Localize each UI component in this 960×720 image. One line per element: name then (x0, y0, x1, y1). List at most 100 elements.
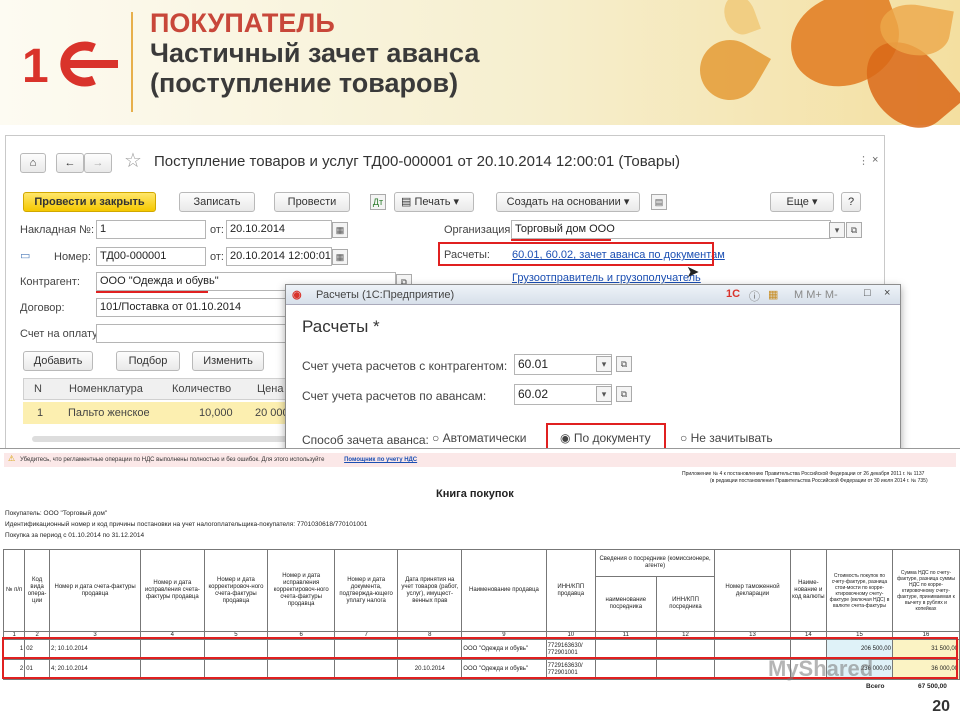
shipper-link[interactable]: Грузоотправитель и грузополучатель (512, 272, 701, 284)
total-vat: 67 500,00 (918, 683, 947, 690)
invoice-label: Накладная №: (20, 224, 95, 236)
memory-controls[interactable]: M M+ M- (794, 289, 838, 301)
post-and-close-button[interactable]: Провести и закрыть (23, 192, 156, 212)
document-icon[interactable]: ▤ (651, 194, 667, 210)
modified-mark: * (373, 317, 380, 336)
radio-automatic-label: Автоматически (442, 431, 527, 445)
close-icon[interactable]: × (872, 154, 878, 166)
goods-table-header: N Номенклатура Количество Цена (23, 378, 291, 400)
header-cell: Номер таможенной декларации (714, 549, 791, 632)
invoice-date-field[interactable]: 20.10.2014 (226, 220, 332, 239)
contract-label: Договор: (20, 302, 65, 314)
mouse-cursor-icon: ➤ (686, 264, 700, 281)
col-quantity: Количество (172, 383, 232, 395)
add-row-button[interactable]: Добавить (23, 351, 93, 371)
advance-method-label: Способ зачета аванса: (302, 433, 429, 447)
1c-icon[interactable]: 1С (726, 288, 740, 300)
contract-field[interactable]: 101/Поставка от 01.10.2014 (96, 298, 286, 317)
close-icon[interactable]: × (884, 287, 890, 299)
organization-field[interactable]: Торговый дом ООО (511, 220, 831, 239)
header-cell: Дата принятия на учет товаров (работ, ус… (397, 549, 463, 632)
watermark: MyShared (768, 656, 874, 681)
chevron-down-icon: ▾ (450, 196, 460, 208)
forward-button[interactable]: → (84, 153, 112, 173)
organization-underline (511, 239, 611, 241)
info-icon[interactable]: ⓘ (749, 288, 760, 304)
chevron-down-icon: ▾ (620, 196, 630, 208)
select-button[interactable]: Подбор (116, 351, 180, 371)
back-button[interactable]: ← (56, 153, 84, 173)
invoice-number-field[interactable]: 1 (96, 220, 206, 239)
favorite-star-icon[interactable]: ☆ (124, 148, 142, 173)
warning-text: Убедитесь, что регламентные операции по … (20, 457, 325, 463)
settlements-highlight (438, 242, 714, 266)
table-scrollbar[interactable] (32, 436, 288, 442)
open-icon[interactable]: ⧉ (616, 356, 632, 372)
1c-logo: 1 (22, 40, 118, 90)
maximize-icon[interactable]: □ (864, 287, 871, 299)
radio-automatic[interactable]: ○ Автоматически (432, 431, 526, 445)
home-button[interactable]: ⌂ (20, 153, 46, 173)
table-row[interactable]: 1 Пальто женское 10,000 20 000 (23, 402, 291, 424)
col-n: N (34, 383, 42, 395)
page-number: 20 (932, 698, 950, 715)
radio-no-offset-label: Не зачитывать (690, 431, 773, 445)
printer-icon: ▤ (401, 196, 415, 208)
radio-no-offset[interactable]: ○ Не зачитывать (680, 431, 773, 445)
nds-helper-link[interactable]: Помощник по учету НДС (344, 457, 417, 463)
from-label-2: от: (210, 251, 224, 263)
row-price: 20 000 (255, 407, 289, 419)
dropdown-arrow-icon[interactable]: ▾ (596, 386, 612, 402)
window-menu-icon[interactable]: ⋮ (858, 154, 869, 167)
header-cell: Сведения о посреднике (комиссионере, аге… (594, 549, 716, 577)
create-based-on-button[interactable]: Создать на основании ▾ (496, 192, 640, 212)
change-button[interactable]: Изменить (192, 351, 264, 371)
save-button[interactable]: Записать (179, 192, 255, 212)
dropdown-arrow-icon[interactable]: ▾ (596, 356, 612, 372)
help-button[interactable]: ? (841, 192, 861, 212)
post-button[interactable]: Провести (274, 192, 350, 212)
radio-empty-icon: ○ (432, 431, 440, 445)
row-quantity: 10,000 (199, 407, 233, 419)
appendix-line-2: (в редакции постановления Правительства … (710, 478, 928, 484)
dropdown-arrow-icon[interactable]: ▾ (829, 222, 845, 238)
number-label: Номер: (54, 251, 91, 263)
header-cell: Номер и дата документа, подтвержда-ющего… (333, 549, 399, 632)
radio-empty-icon: ○ (680, 431, 688, 445)
open-icon[interactable]: ⧉ (846, 222, 862, 238)
number-icon: ▭ (20, 250, 31, 262)
dialog-title: Расчеты (1С:Предприятие) (316, 289, 455, 301)
counterparty-label: Контрагент: (20, 276, 80, 288)
settlements-dialog: ◉ Расчеты (1С:Предприятие) 1С ⓘ ▦ M M+ M… (285, 284, 901, 456)
header-cell: Номер и дата счета-фактуры продавца (48, 549, 142, 632)
header-cell: Сумма НДС по счету-фактуре, разница сумм… (891, 549, 960, 632)
calendar-icon[interactable]: ▦ (332, 249, 348, 265)
slide-subtitle: Частичный зачет аванса (150, 38, 480, 68)
1c-small-icon: ◉ (292, 289, 302, 301)
header-cell: Наименование продавца (461, 549, 547, 632)
logo-separator (131, 12, 133, 112)
calendar-icon[interactable]: ▦ (768, 288, 778, 301)
report-title: Книга покупок (436, 488, 514, 500)
contractor-account-label: Счет учета расчетов с контрагентом: (302, 359, 508, 373)
number-date-field[interactable]: 20.10.2014 12:00:01 (226, 247, 332, 266)
print-button[interactable]: ▤ Печать ▾ (394, 192, 474, 212)
calendar-icon[interactable]: ▦ (332, 222, 348, 238)
header-cell: Стоимость покупок по счету-фактуре, разн… (826, 549, 893, 632)
chevron-down-icon: ▾ (808, 196, 818, 208)
counterparty-underline (96, 291, 208, 293)
header-cell: Наиме-нование и код валюты (789, 549, 828, 632)
number-field[interactable]: ТД00-000001 (96, 247, 206, 266)
payment-invoice-field[interactable] (96, 324, 286, 343)
period-line: Покупка за период с 01.10.2014 по 31.12.… (5, 532, 145, 539)
open-icon[interactable]: ⧉ (616, 386, 632, 402)
more-button[interactable]: Еще ▾ (770, 192, 834, 212)
payment-invoice-label: Счет на оплату: (20, 328, 101, 340)
dt-kt-icon[interactable]: Дт (370, 194, 386, 210)
more-label: Еще (786, 196, 809, 208)
header-cell: ИНН/КПП посредника (655, 576, 716, 632)
col-nomenclature: Номенклатура (69, 383, 143, 395)
slide-title: ПОКУПАТЕЛЬ (150, 8, 335, 38)
autumn-leaf-decoration (689, 29, 771, 111)
appendix-line-1: Приложение № 4 к постановлению Правитель… (682, 471, 925, 477)
